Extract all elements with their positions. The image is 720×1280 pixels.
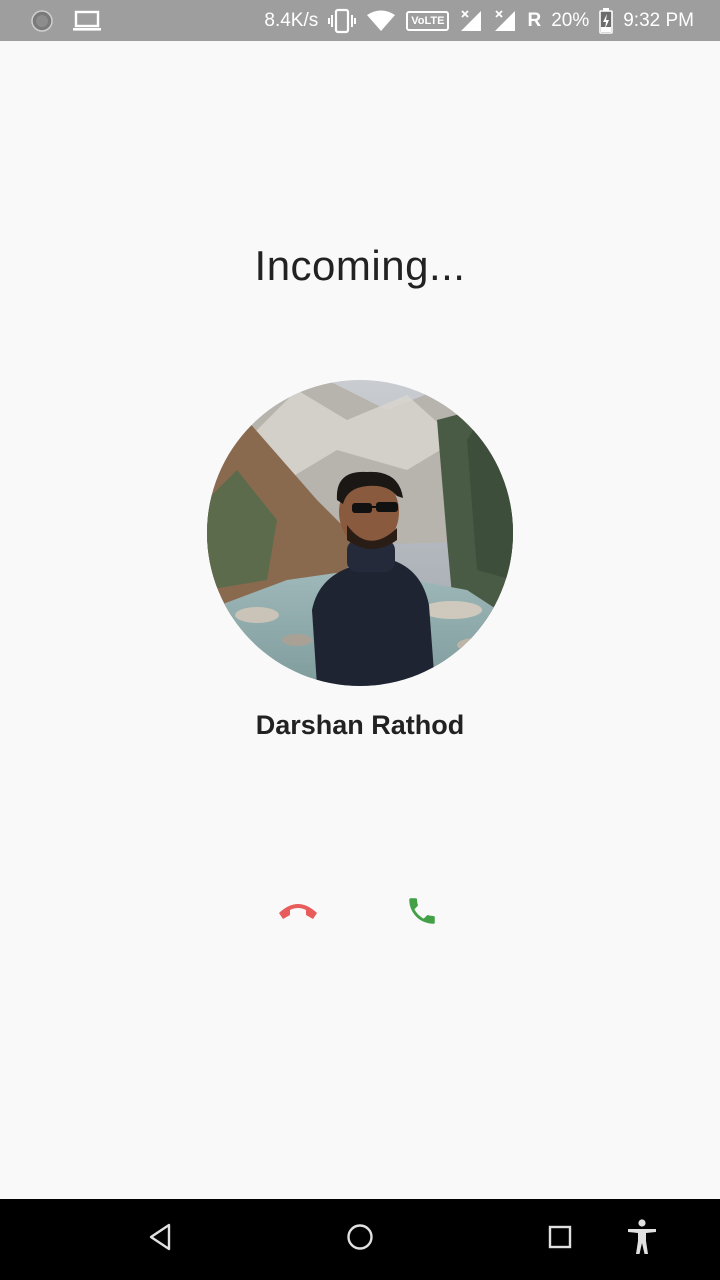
laptop-icon [72,10,102,32]
home-icon [346,1223,374,1256]
phone-icon [405,894,439,933]
call-status-text: Incoming... [254,242,466,289]
network-speed: 8.4K/s [264,9,319,31]
call-actions [0,893,720,933]
status-bar: 8.4K/s VoLTE R 20% 9:32 PM [0,0,720,41]
nav-back-button[interactable] [140,1219,180,1259]
back-icon [147,1223,173,1256]
nav-recents-button[interactable] [540,1219,580,1259]
navigation-bar [0,1199,720,1280]
roaming-indicator: R [527,9,542,31]
accessibility-button[interactable] [622,1218,662,1260]
signal-icon [459,9,483,33]
call-end-icon [277,901,319,926]
nav-home-button[interactable] [340,1219,380,1259]
caller-name: Darshan Rathod [255,710,465,740]
signal-icon-2 [493,9,517,33]
recents-icon [548,1225,572,1254]
clock: 9:32 PM [623,9,694,31]
vibrate-icon [328,8,357,34]
accessibility-icon [626,1218,658,1260]
battery-percent: 20% [551,9,590,31]
wifi-icon [366,10,396,32]
volte-label: VoLTE [406,10,450,31]
accept-call-button[interactable] [400,893,444,933]
record-dot-icon [30,9,54,33]
volte-icon: VoLTE [406,10,450,31]
battery-charging-icon [599,7,614,34]
decline-call-button[interactable] [276,893,320,933]
caller-avatar [207,380,513,686]
